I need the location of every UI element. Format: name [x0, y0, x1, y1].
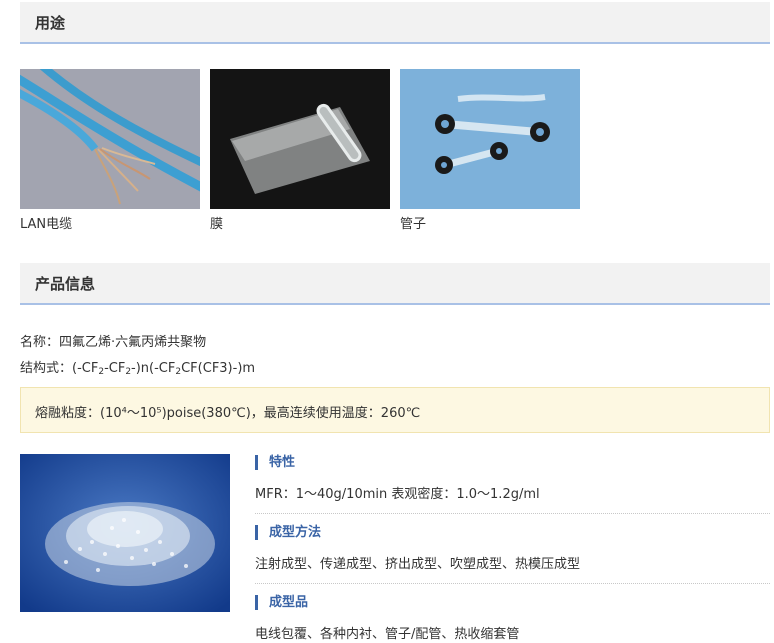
property-title-characteristics: 特性	[255, 455, 295, 470]
property-title-molding-methods: 成型方法	[255, 525, 321, 540]
structural-formula: 结构式：(-CF2-CF2-)n(-CF2CF(CF3)-)m	[20, 357, 255, 377]
formula-mid-2: -)n(-CF	[131, 361, 176, 376]
product-section-header: 产品信息	[20, 263, 770, 305]
melt-viscosity-notice: 熔融粘度：(10⁴～10⁵)poise(380℃)，最高连续使用温度：260℃	[20, 387, 770, 433]
tube-image	[400, 69, 580, 209]
tube-caption: 管子	[400, 217, 427, 232]
product-section-title: 产品信息	[35, 275, 96, 293]
property-text-characteristics: MFR：1～40g/10min 表观密度：1.0～1.2g/ml	[255, 487, 540, 502]
lan-cable-image	[20, 69, 200, 209]
formula-suffix: CF(CF3)-)m	[181, 361, 256, 376]
product-name-line: 名称：四氟乙烯·六氟丙烯共聚物	[20, 335, 207, 350]
property-divider	[255, 583, 770, 584]
film-caption: 膜	[210, 217, 224, 232]
pellets-image	[20, 454, 230, 612]
uses-section-header: 用途	[20, 2, 770, 44]
formula-mid-1: -CF	[104, 361, 126, 376]
property-text-molded-products: 电线包覆、各种内衬、管子/配管、热收缩套管	[255, 627, 520, 642]
property-text-molding-methods: 注射成型、传递成型、挤出成型、吹塑成型、热模压成型	[255, 557, 581, 572]
formula-prefix: 结构式：(-CF	[20, 361, 99, 376]
notice-text: 熔融粘度：(10⁴～10⁵)poise(380℃)，最高连续使用温度：260℃	[35, 406, 421, 421]
uses-section-title: 用途	[35, 14, 66, 32]
property-title-molded-products: 成型品	[255, 595, 308, 610]
film-image	[210, 69, 390, 209]
lan-cable-caption: LAN电缆	[20, 217, 73, 232]
property-divider	[255, 513, 770, 514]
